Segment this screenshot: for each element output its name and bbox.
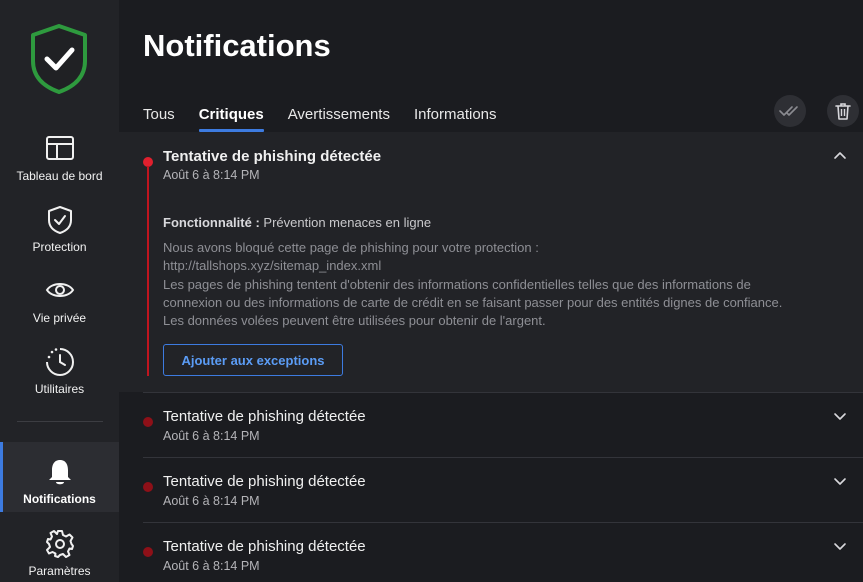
description-line: Les données volées peuvent être utilisée…	[163, 313, 546, 329]
tab-critical[interactable]: Critiques	[198, 106, 264, 132]
sidebar-item-label: Protection	[32, 240, 87, 254]
chevron-down-icon[interactable]	[833, 474, 847, 488]
sidebar-item-notifications[interactable]: Notifications	[0, 442, 119, 512]
sidebar-item-label: Notifications	[23, 492, 96, 506]
notification-date: Août 6 à 8:14 PM	[163, 168, 260, 182]
critical-dot-icon	[143, 547, 153, 557]
notification-date: Août 6 à 8:14 PM	[163, 494, 260, 508]
sidebar-item-label: Utilitaires	[34, 382, 85, 396]
tab-all[interactable]: Tous	[143, 106, 175, 131]
notification-feature: Fonctionnalité : Prévention menaces en l…	[163, 215, 431, 230]
bell-icon	[48, 460, 71, 485]
dashboard-icon	[45, 136, 74, 160]
trash-icon	[835, 103, 851, 120]
sidebar-item-label: Vie privée	[32, 311, 87, 325]
notification-description: Nous avons bloqué cette page de phishing…	[163, 239, 843, 330]
shield-check-logo-icon	[31, 24, 87, 94]
shield-check-icon	[47, 206, 72, 234]
chevron-down-icon[interactable]	[833, 539, 847, 553]
gear-icon	[45, 530, 74, 558]
notification-item[interactable]: Tentative de phishing détectée Août 6 à …	[143, 393, 863, 457]
sidebar-item-settings[interactable]: Paramètres	[0, 528, 119, 582]
notification-item[interactable]: Tentative de phishing détectée Août 6 à …	[143, 523, 863, 582]
notification-date: Août 6 à 8:14 PM	[163, 429, 260, 443]
double-check-icon	[779, 106, 798, 116]
sidebar-item-privacy[interactable]: Vie privée	[0, 275, 119, 345]
feature-label: Fonctionnalité :	[163, 215, 260, 230]
critical-dot-icon	[143, 417, 153, 427]
notification-title: Tentative de phishing détectée	[163, 148, 382, 165]
notification-title: Tentative de phishing détectée	[163, 473, 366, 490]
notification-expanded: Tentative de phishing détectée Août 6 à …	[119, 132, 863, 392]
notification-date: Août 6 à 8:14 PM	[163, 559, 260, 573]
sidebar-divider	[17, 421, 103, 422]
description-line: Les pages de phishing tentent d'obtenir …	[163, 276, 751, 292]
clock-tools-icon	[45, 348, 74, 376]
chevron-up-icon[interactable]	[833, 149, 847, 163]
tab-information[interactable]: Informations	[414, 106, 497, 131]
notification-title: Tentative de phishing détectée	[163, 538, 366, 555]
delete-all-button[interactable]	[827, 95, 859, 127]
add-to-exceptions-button[interactable]: Ajouter aux exceptions	[163, 344, 343, 376]
critical-timeline-bar	[147, 166, 149, 376]
critical-dot-icon	[143, 482, 153, 492]
description-line: Nous avons bloqué cette page de phishing…	[163, 240, 539, 255]
eye-icon	[45, 283, 74, 297]
description-url: http://tallshops.xyz/sitemap_index.xml	[163, 258, 382, 274]
tab-bar: Tous Critiques Avertissements Informatio…	[143, 106, 521, 132]
page-title: Notifications	[143, 28, 331, 63]
mark-all-read-button[interactable]	[774, 95, 806, 127]
chevron-down-icon[interactable]	[833, 409, 847, 423]
sidebar: Tableau de bord Protection Vie privée Ut…	[0, 0, 119, 582]
notification-title: Tentative de phishing détectée	[163, 408, 366, 425]
tab-warnings[interactable]: Avertissements	[288, 106, 390, 131]
sidebar-item-protection[interactable]: Protection	[0, 204, 119, 274]
main-panel: Notifications Tous Critiques Avertisseme…	[119, 0, 863, 582]
description-line: connexion ou des informations de carte d…	[163, 294, 783, 310]
notification-item[interactable]: Tentative de phishing détectée Août 6 à …	[143, 458, 863, 522]
sidebar-item-utilities[interactable]: Utilitaires	[0, 346, 119, 416]
feature-value: Prévention menaces en ligne	[263, 215, 432, 230]
sidebar-item-label: Paramètres	[28, 564, 91, 578]
sidebar-item-label: Tableau de bord	[16, 169, 103, 183]
sidebar-item-dashboard[interactable]: Tableau de bord	[0, 133, 119, 203]
